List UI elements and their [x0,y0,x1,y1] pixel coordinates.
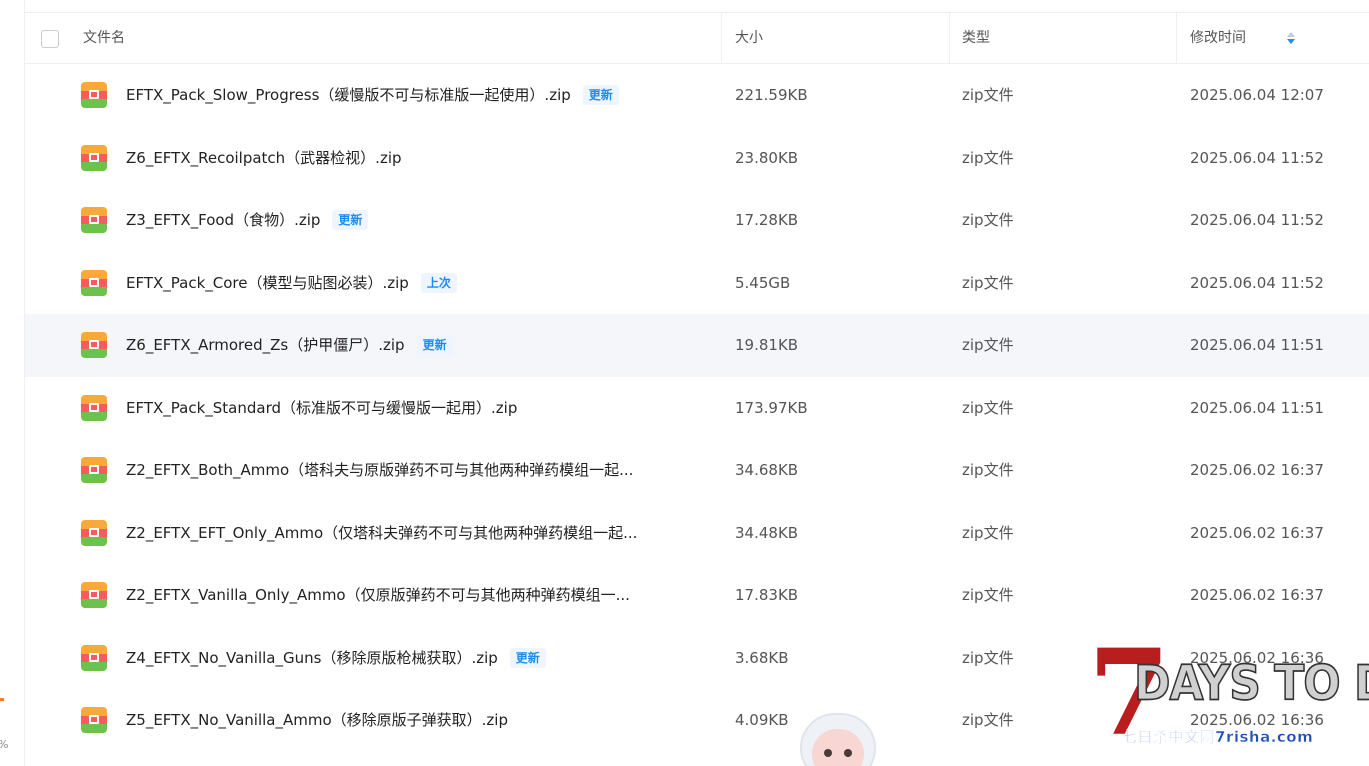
zip-file-icon [81,519,107,546]
file-name-text[interactable]: Z6_EFTX_Recoilpatch（武器检视）.zip [126,149,402,167]
file-name-text[interactable]: Z5_EFTX_No_Vanilla_Ammo（移除原版子弹获取）.zip [126,711,508,729]
table-row[interactable]: EFTX_Pack_Core（模型与贴图必装）.zip 上次 5.45GB zip文件… [25,252,1369,315]
file-type: zip文件 [962,711,1014,729]
sidebar-percent-text: % [0,738,8,751]
file-name-text[interactable]: Z6_EFTX_Armored_Zs（护甲僵尸）.zip [126,336,405,354]
file-tag-badge: 上次 [420,272,457,293]
file-modified-time: 2025.06.02 16:37 [1190,461,1324,479]
zip-file-icon [81,707,107,733]
file-tag-badge: 更新 [509,647,546,668]
table-row[interactable]: Z2_EFTX_Vanilla_Only_Ammo（仅原版弹药不可与其他两种弹药… [25,564,1369,627]
file-modified-time: 2025.06.04 11:51 [1190,336,1324,354]
file-size: 5.45GB [735,273,791,292]
column-header-type[interactable]: 类型 [962,13,990,63]
file-type: zip文件 [962,398,1014,417]
file-type: zip文件 [962,648,1014,667]
file-size: 17.83KB [735,586,799,604]
table-row[interactable]: Z6_EFTX_Recoilpatch（武器检视）.zip 23.80KB zip文… [25,127,1369,190]
file-type: zip文件 [962,273,1014,292]
file-name-text[interactable]: Z2_EFTX_EFT_Only_Ammo（仅塔科夫弹药不可与其他两种弹药模组一… [126,524,637,542]
file-type: zip文件 [962,586,1014,604]
zip-file-icon [81,582,107,608]
zip-file-icon [81,332,107,358]
file-name[interactable]: Z6_EFTX_Armored_Zs（护甲僵尸）.zip 更新 [126,314,453,376]
table-row[interactable]: EFTX_Pack_Slow_Progress（缓慢版不可与标准版一起使用）.z… [25,64,1369,127]
column-header-size[interactable]: 大小 [735,13,763,63]
select-all-checkbox[interactable] [41,30,59,48]
column-header-time[interactable]: 修改时间 [1190,13,1246,63]
zip-file-icon [81,644,107,671]
file-modified-time: 2025.06.04 12:07 [1190,86,1324,104]
mascot-eye [824,749,832,757]
file-type: zip文件 [962,211,1014,229]
file-size: 4.09KB [735,711,789,729]
table-row[interactable]: Z3_EFTX_Food（食物）.zip 更新 17.28KB zip文件 2025.0… [25,189,1369,252]
table-row[interactable]: Z6_EFTX_Armored_Zs（护甲僵尸）.zip 更新 19.81KB zip… [25,314,1369,377]
zip-file-icon [81,144,107,171]
file-size: 221.59KB [735,86,808,104]
file-name[interactable]: Z5_EFTX_No_Vanilla_Ammo（移除原版子弹获取）.zip [126,689,508,751]
file-name[interactable]: Z4_EFTX_No_Vanilla_Guns（移除原版枪械获取）.zip 更新 [126,627,546,689]
sidebar-marker [0,698,4,701]
file-name-text[interactable]: Z4_EFTX_No_Vanilla_Guns（移除原版枪械获取）.zip [126,649,498,667]
file-type: zip文件 [962,148,1014,167]
file-type: zip文件 [962,86,1014,104]
file-name-text[interactable]: Z2_EFTX_Both_Ammo（塔科夫与原版弹药不可与其他两种弹药模组一起.… [126,461,633,479]
mascot-eye [844,749,852,757]
file-size: 19.81KB [735,336,799,354]
file-modified-time: 2025.06.04 11:52 [1190,211,1324,229]
file-name-text[interactable]: EFTX_Pack_Slow_Progress（缓慢版不可与标准版一起使用）.z… [126,86,571,104]
file-name-text[interactable]: Z2_EFTX_Vanilla_Only_Ammo（仅原版弹药不可与其他两种弹药… [126,586,630,604]
column-header-name[interactable]: 文件名 [83,13,125,63]
zip-file-icon [81,394,107,421]
column-divider[interactable] [1176,13,1177,63]
file-name[interactable]: Z3_EFTX_Food（食物）.zip 更新 [126,189,369,251]
zip-file-icon [81,457,107,483]
file-name[interactable]: EFTX_Pack_Slow_Progress（缓慢版不可与标准版一起使用）.z… [126,64,619,126]
zip-file-icon [81,207,107,233]
file-name[interactable]: Z6_EFTX_Recoilpatch（武器检视）.zip [126,127,402,189]
file-name[interactable]: Z2_EFTX_Both_Ammo（塔科夫与原版弹药不可与其他两种弹药模组一起.… [126,439,633,501]
column-divider[interactable] [721,13,722,63]
file-name[interactable]: Z2_EFTX_Vanilla_Only_Ammo（仅原版弹药不可与其他两种弹药… [126,564,630,626]
table-header: 文件名 大小 类型 修改时间 [25,12,1369,64]
file-tag-badge: 更新 [416,335,453,355]
sort-ascending-arrow-icon [1287,32,1295,37]
file-name-text[interactable]: Z3_EFTX_Food（食物）.zip [126,211,320,229]
file-size: 34.68KB [735,461,799,479]
file-tag-badge: 更新 [582,85,619,105]
file-name[interactable]: Z2_EFTX_EFT_Only_Ammo（仅塔科夫弹药不可与其他两种弹药模组一… [126,502,637,564]
zip-file-icon [81,82,107,108]
file-tag-badge: 更新 [332,210,369,230]
file-modified-time: 2025.06.04 11:52 [1190,148,1324,167]
file-size: 23.80KB [735,148,799,167]
table-row[interactable]: Z2_EFTX_Both_Ammo（塔科夫与原版弹药不可与其他两种弹药模组一起.… [25,439,1369,502]
file-type: zip文件 [962,336,1014,354]
file-name[interactable]: EFTX_Pack_Core（模型与贴图必装）.zip 上次 [126,252,457,314]
watermark-title: DAYS TO DIE [1133,655,1369,712]
table-row[interactable]: EFTX_Pack_Standard（标准版不可与缓慢版一起用）.zip 173.… [25,377,1369,440]
file-modified-time: 2025.06.02 16:37 [1190,523,1324,542]
file-size: 34.48KB [735,523,799,542]
file-name[interactable]: EFTX_Pack_Standard（标准版不可与缓慢版一起用）.zip [126,377,517,439]
sort-icon[interactable] [1287,32,1295,46]
file-name-text[interactable]: EFTX_Pack_Standard（标准版不可与缓慢版一起用）.zip [126,399,517,417]
7dtd-watermark-logo: 7 DAYS TO DIE 七日杀中文网7risha.com [1088,634,1369,752]
table-row[interactable]: Z2_EFTX_EFT_Only_Ammo（仅塔科夫弹药不可与其他两种弹药模组一… [25,502,1369,565]
file-modified-time: 2025.06.02 16:37 [1190,586,1324,604]
zip-file-icon [81,269,107,296]
file-name-text[interactable]: EFTX_Pack_Core（模型与贴图必装）.zip [126,274,409,292]
left-sidebar-edge: % [0,0,25,766]
file-size: 173.97KB [735,398,808,417]
file-modified-time: 2025.06.04 11:52 [1190,273,1324,292]
file-type: zip文件 [962,523,1014,542]
watermark-subtitle: 七日杀中文网7risha.com [1122,728,1314,746]
sort-descending-arrow-icon [1287,39,1295,44]
file-modified-time: 2025.06.04 11:51 [1190,398,1324,417]
file-type: zip文件 [962,461,1014,479]
column-divider[interactable] [949,13,950,63]
mascot-avatar[interactable] [800,713,876,766]
file-size: 17.28KB [735,211,799,229]
file-size: 3.68KB [735,648,789,667]
